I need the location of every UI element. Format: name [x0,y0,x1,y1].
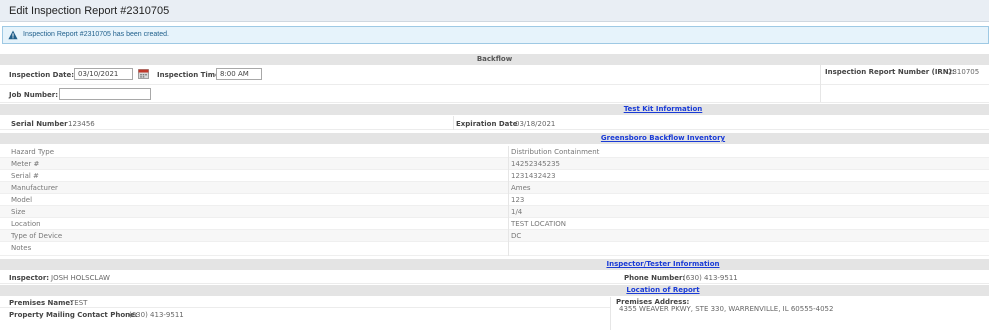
inventory-field-label: Hazard Type [11,148,55,156]
mailing-contact-phone-label: Property Mailing Contact Phone: [9,311,138,319]
location-section-header: Location of Report [0,285,989,296]
premises-name-row [0,297,610,308]
inventory-section-header: Greensboro Backflow Inventory [0,133,989,144]
inspection-date-label: Inspection Date: [9,71,75,79]
inventory-field-label: Model [11,196,33,204]
inventory-field-label: Manufacturer [11,184,58,192]
serial-number-value: 123456 [68,120,95,128]
table-row: Meter # 14252345235 [0,158,989,170]
premises-name-value: TEST [70,299,88,307]
test-kit-section-header: Test Kit Information [0,104,989,115]
inventory-field-label: Size [11,208,26,216]
table-row: Notes [0,242,989,256]
table-row: Size 1/4 [0,206,989,218]
inspector-row [0,271,989,284]
job-number-label: Job Number: [9,91,59,99]
inventory-field-label: Meter # [11,160,40,168]
table-row: Hazard Type Distribution Containment [0,146,989,158]
irn-value: 2310705 [948,68,980,76]
table-row: Model 123 [0,194,989,206]
page-title: Edit Inspection Report #2310705 [9,5,170,17]
inspection-date-input[interactable] [74,68,133,80]
irn-label: Inspection Report Number (IRN): [825,68,955,76]
inventory-field-value: 1/4 [511,208,523,216]
warning-triangle-icon [8,30,18,40]
inspector-value: JOSH HOLSCLAW [51,274,110,282]
inventory-field-value: 14252345235 [511,160,560,168]
inspector-section-header: Inspector/Tester Information [0,259,989,270]
inventory-field-label: Type of Device [11,232,63,240]
backflow-heading: Backflow [476,55,513,63]
inventory-field-value: DC [511,232,522,240]
inventory-field-label: Location [11,220,41,228]
backflow-section-header: Backflow [0,54,989,65]
mailing-contact-phone-value: (630) 413-9511 [129,311,184,319]
calendar-icon[interactable] [138,68,149,79]
success-alert: Inspection Report #2310705 has been crea… [2,26,989,44]
inspection-time-input[interactable] [216,68,262,80]
column-divider [453,116,454,130]
inventory-field-label: Notes [11,244,32,252]
phone-number-value: (630) 413-9511 [683,274,738,282]
table-row: Serial # 1231432423 [0,170,989,182]
table-row: Type of Device DC [0,230,989,242]
inspection-time-label: Inspection Time [157,71,220,79]
inspector-tester-information-link[interactable]: Inspector/Tester Information [606,260,719,268]
inventory-field-label: Serial # [11,172,39,180]
premises-address-value: 4355 WEAVER PKWY, STE 330, WARRENVILLE, … [619,305,834,313]
expiration-date-label: Expiration Date [456,120,518,128]
inspector-label: Inspector: [9,274,50,282]
job-number-input[interactable] [59,88,151,100]
serial-number-label: Serial Number [11,120,68,128]
inventory-field-value: Distribution Containment [511,148,600,156]
inventory-field-value: TEST LOCATION [511,220,567,228]
premises-name-label: Premises Name: [9,299,73,307]
inventory-field-value: 1231432423 [511,172,556,180]
alert-message: Inspection Report #2310705 has been crea… [23,31,169,38]
test-kit-information-link[interactable]: Test Kit Information [624,105,703,113]
greensboro-backflow-inventory-link[interactable]: Greensboro Backflow Inventory [601,134,725,142]
inventory-field-value: 123 [511,196,525,204]
column-divider [508,146,509,256]
page-header: Edit Inspection Report #2310705 [0,0,989,22]
table-row: Location TEST LOCATION [0,218,989,230]
inventory-field-value: Ames [511,184,531,192]
phone-number-label: Phone Number: [624,274,686,282]
location-of-report-link[interactable]: Location of Report [626,286,699,294]
table-row: Manufacturer Ames [0,182,989,194]
column-divider [610,297,611,330]
expiration-date-value: 03/18/2021 [515,120,556,128]
